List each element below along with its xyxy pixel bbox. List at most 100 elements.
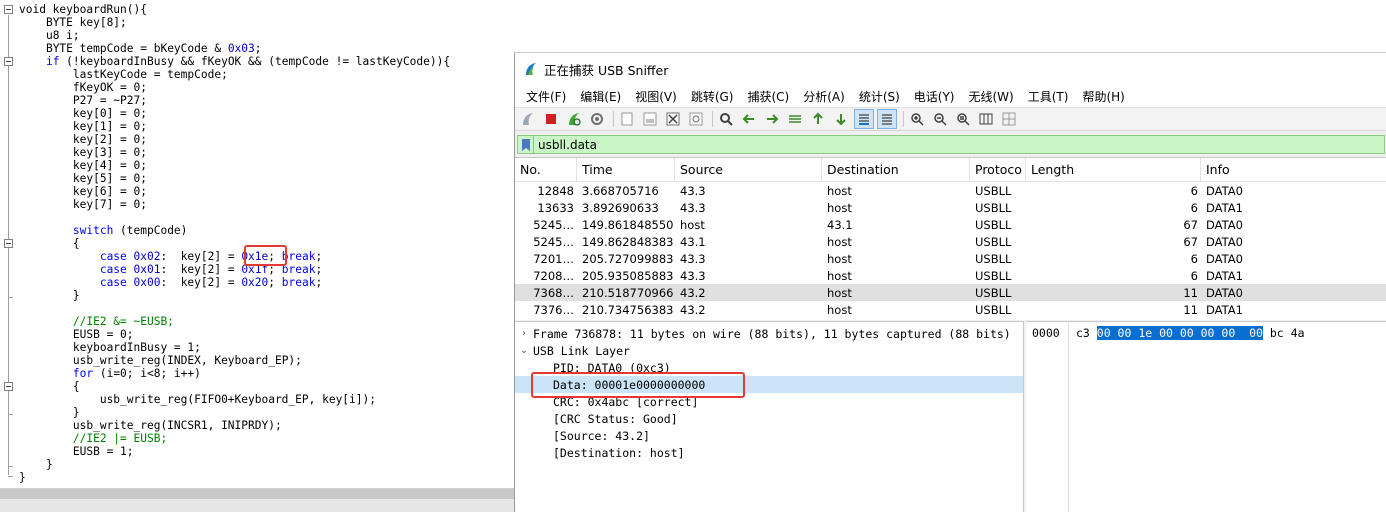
code-line[interactable]: u8 i; (19, 29, 450, 42)
reload-file-icon[interactable] (686, 109, 706, 129)
code-line[interactable]: //IE2 |= EUSB; (19, 432, 450, 445)
menu-item[interactable]: 跳转(G) (684, 88, 741, 105)
code-line[interactable]: usb_write_reg(FIFO0+Keyboard_EP, key[i])… (19, 393, 450, 406)
detail-row[interactable]: › Frame 736878: 11 bytes on wire (88 bits… (515, 325, 1023, 342)
menu-item[interactable]: 电话(Y) (907, 88, 962, 105)
menu-item[interactable]: 编辑(E) (573, 88, 628, 105)
code-line[interactable]: switch (tempCode) (19, 224, 450, 237)
code-line[interactable]: case 0x00: key[2] = 0x20; break; (19, 276, 450, 289)
menu-item[interactable]: 帮助(H) (1075, 88, 1131, 105)
packet-row[interactable]: 5245… 149.861848550 host 43.1 USBLL 67 DATA0 (515, 216, 1386, 233)
code-line[interactable]: key[0] = 0; (19, 107, 450, 120)
code-line[interactable]: lastKeyCode = tempCode; (19, 68, 450, 81)
detail-row[interactable]: PID: DATA0 (0xc3) (515, 359, 1023, 376)
code-line[interactable]: keyboardInBusy = 1; (19, 341, 450, 354)
editor-horizontal-scrollbar[interactable] (0, 488, 516, 512)
stop-capture-icon[interactable] (541, 109, 561, 129)
fold-toggle-icon[interactable] (4, 57, 13, 66)
code-text[interactable]: void keyboardRun(){ BYTE key[8]; u8 i; B… (19, 3, 450, 484)
zoom-out-icon[interactable] (930, 109, 950, 129)
menu-item[interactable]: 无线(W) (962, 88, 1021, 105)
code-editor[interactable]: void keyboardRun(){ BYTE key[8]; u8 i; B… (0, 0, 516, 488)
column-header-source[interactable]: Source (675, 158, 822, 181)
packet-row[interactable]: 7368… 210.518770966 43.2 host USBLL 11 DATA0 (515, 284, 1386, 301)
open-file-icon[interactable] (617, 109, 637, 129)
fold-toggle-icon[interactable] (4, 382, 13, 391)
menu-item[interactable]: 视图(V) (628, 88, 684, 105)
code-line[interactable]: BYTE key[8]; (19, 16, 450, 29)
code-line[interactable]: } (19, 471, 450, 484)
normal-size-icon[interactable] (953, 109, 973, 129)
menu-item[interactable]: 捕获(C) (740, 88, 796, 105)
fold-toggle-icon[interactable] (4, 5, 13, 14)
code-line[interactable]: case 0x01: key[2] = 0x1f; break; (19, 263, 450, 276)
packet-row[interactable]: 7376… 210.734756383 43.2 host USBLL 11 DATA1 (515, 301, 1386, 318)
expand-arrow-icon[interactable]: › (515, 328, 533, 339)
code-line[interactable]: key[1] = 0; (19, 120, 450, 133)
layout-grid-icon[interactable] (999, 109, 1019, 129)
code-line[interactable]: EUSB = 1; (19, 445, 450, 458)
go-last-packet-icon[interactable] (831, 109, 851, 129)
go-forward-arrow-icon[interactable] (762, 109, 782, 129)
fold-toggle-icon[interactable] (4, 239, 13, 248)
column-header-time[interactable]: Time (577, 158, 675, 181)
packet-row[interactable]: 5245… 149.862848383 43.1 host USBLL 67 DATA0 (515, 233, 1386, 250)
code-line[interactable]: key[6] = 0; (19, 185, 450, 198)
code-line[interactable]: } (19, 289, 450, 302)
column-header-protocol[interactable]: Protoco (970, 158, 1026, 181)
capture-options-gear-icon[interactable] (587, 109, 607, 129)
code-line[interactable]: usb_write_reg(INDEX, Keyboard_EP); (19, 354, 450, 367)
code-line[interactable]: if (!keyboardInBusy && fKeyOK && (tempCo… (19, 55, 450, 68)
expand-arrow-icon[interactable]: ⌄ (515, 345, 533, 356)
column-header-info[interactable]: Info (1201, 158, 1386, 181)
find-packet-search-icon[interactable] (716, 109, 736, 129)
go-back-arrow-icon[interactable] (739, 109, 759, 129)
code-line[interactable]: } (19, 406, 450, 419)
code-line[interactable]: usb_write_reg(INCSR1, INIPRDY); (19, 419, 450, 432)
code-line[interactable]: key[7] = 0; (19, 198, 450, 211)
code-line[interactable]: key[5] = 0; (19, 172, 450, 185)
detail-row[interactable]: Data: 00001e0000000000 (515, 376, 1023, 393)
go-to-packet-icon[interactable] (785, 109, 805, 129)
code-line[interactable]: { (19, 237, 450, 250)
code-line[interactable]: key[3] = 0; (19, 146, 450, 159)
menu-item[interactable]: 统计(S) (852, 88, 907, 105)
packet-row[interactable]: 7208… 205.935085883 43.3 host USBLL 6 DATA1 (515, 267, 1386, 284)
detail-row[interactable]: [Source: 43.2] (515, 427, 1023, 444)
column-header-no[interactable]: No. (515, 158, 577, 181)
menu-item[interactable]: 分析(A) (796, 88, 852, 105)
display-filter-input[interactable] (538, 137, 1238, 152)
code-line[interactable]: void keyboardRun(){ (19, 3, 450, 16)
detail-row[interactable]: [CRC Status: Good] (515, 410, 1023, 427)
packet-row[interactable]: 13633 3.892690633 43.3 host USBLL 6 DATA1 (515, 199, 1386, 216)
packet-row[interactable]: 12848 3.668705716 43.3 host USBLL 6 DATA0 (515, 182, 1386, 199)
code-line[interactable] (19, 211, 450, 224)
column-header-destination[interactable]: Destination (822, 158, 970, 181)
restart-capture-icon[interactable] (564, 109, 584, 129)
scrollbar-thumb[interactable] (0, 489, 516, 499)
menu-item[interactable]: 文件(F) (519, 88, 573, 105)
code-line[interactable]: { (19, 380, 450, 393)
packet-row[interactable]: 7201… 205.727099883 43.3 host USBLL 6 DATA0 (515, 250, 1386, 267)
save-file-icon[interactable] (640, 109, 660, 129)
code-line[interactable]: key[2] = 0; (19, 133, 450, 146)
detail-row[interactable]: ⌄ USB Link Layer (515, 342, 1023, 359)
close-file-icon[interactable] (663, 109, 683, 129)
code-line[interactable]: BYTE tempCode = bKeyCode & 0x03; (19, 42, 450, 55)
code-line[interactable]: for (i=0; i<8; i++) (19, 367, 450, 380)
resize-columns-icon[interactable] (976, 109, 996, 129)
code-line[interactable]: //IE2 &= ~EUSB; (19, 315, 450, 328)
colorize-list-icon[interactable] (877, 109, 897, 129)
auto-scroll-icon[interactable] (854, 109, 874, 129)
code-line[interactable] (19, 302, 450, 315)
zoom-in-icon[interactable] (907, 109, 927, 129)
bytes-hex[interactable]: c3 00 00 1e 00 00 00 00 00 bc 4a (1076, 326, 1305, 340)
code-line[interactable]: EUSB = 0; (19, 328, 450, 341)
detail-row[interactable]: [Destination: host] (515, 444, 1023, 461)
code-line[interactable]: P27 = ~P27; (19, 94, 450, 107)
start-capture-fin-icon[interactable] (518, 109, 538, 129)
menu-item[interactable]: 工具(T) (1021, 88, 1076, 105)
code-line[interactable]: } (19, 458, 450, 471)
go-first-packet-icon[interactable] (808, 109, 828, 129)
detail-row[interactable]: CRC: 0x4abc [correct] (515, 393, 1023, 410)
